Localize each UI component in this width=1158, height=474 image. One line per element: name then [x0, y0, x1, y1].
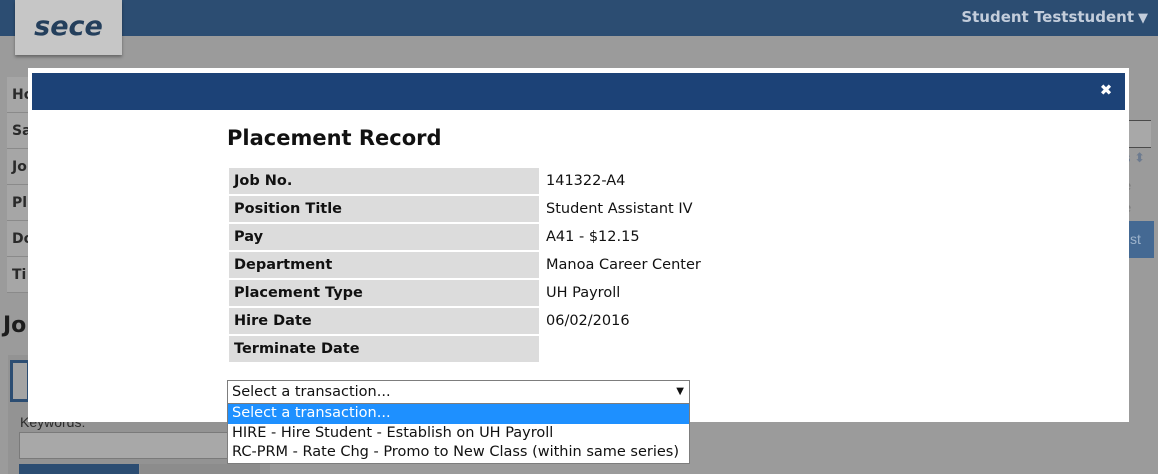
- field-label: Hire Date: [229, 308, 539, 334]
- background-tab[interactable]: [140, 464, 260, 474]
- transaction-select-value: Select a transaction...: [232, 384, 391, 400]
- background-tab-active[interactable]: [19, 464, 139, 474]
- table-row: Pay A41 - $12.15: [229, 224, 927, 250]
- background-search-input[interactable]: [1127, 120, 1151, 148]
- field-value: Student Assistant IV: [541, 196, 927, 222]
- field-label: Placement Type: [229, 280, 539, 306]
- user-menu[interactable]: Student Teststudent ▼: [961, 8, 1148, 26]
- background-panel-box: [10, 360, 30, 402]
- app-logo[interactable]: sece: [15, 0, 122, 55]
- field-label: Pay: [229, 224, 539, 250]
- field-value: Manoa Career Center: [541, 252, 927, 278]
- table-row: Position Title Student Assistant IV: [229, 196, 927, 222]
- placement-record-table: Job No. 141322-A4 Position Title Student…: [227, 166, 929, 364]
- table-row: Job No. 141322-A4: [229, 168, 927, 194]
- field-label: Department: [229, 252, 539, 278]
- table-row: Hire Date 06/02/2016: [229, 308, 927, 334]
- sidebar-item-placements[interactable]: Pl: [7, 185, 29, 221]
- transaction-option[interactable]: Select a transaction...: [228, 404, 689, 424]
- field-label: Position Title: [229, 196, 539, 222]
- field-value: UH Payroll: [541, 280, 927, 306]
- sidebar-item-timesheets[interactable]: Ti: [7, 257, 29, 293]
- field-label: Terminate Date: [229, 336, 539, 362]
- dropdown-arrow-icon: ▼: [676, 386, 684, 397]
- modal-header: ✖: [32, 73, 1125, 110]
- modal-title: Placement Record: [227, 126, 442, 150]
- background-page-heading: Jo: [3, 313, 27, 338]
- field-label: Job No.: [229, 168, 539, 194]
- field-value: 06/02/2016: [541, 308, 927, 334]
- user-name: Student Teststudent: [961, 8, 1134, 26]
- sidebar-item-home[interactable]: Ho: [7, 77, 29, 113]
- field-value: [541, 336, 927, 362]
- top-navigation-bar: Student Teststudent ▼: [0, 0, 1158, 36]
- close-icon[interactable]: ✖: [1097, 82, 1115, 100]
- field-value: 141322-A4: [541, 168, 927, 194]
- table-row: Department Manoa Career Center: [229, 252, 927, 278]
- table-row: Placement Type UH Payroll: [229, 280, 927, 306]
- sidebar-item-jobs[interactable]: Jo: [7, 149, 29, 185]
- chevron-down-icon: ▼: [1138, 11, 1148, 26]
- sidebar-item-sa[interactable]: Sa: [7, 113, 29, 149]
- transaction-option[interactable]: HIRE - Hire Student - Establish on UH Pa…: [228, 424, 689, 444]
- background-sidebar: Ho Sa Jo Pl Do Ti: [7, 77, 29, 293]
- table-row: Terminate Date: [229, 336, 927, 362]
- transaction-option[interactable]: RC-PRM - Rate Chg - Promo to New Class (…: [228, 443, 689, 463]
- transaction-options-list: Select a transaction... HIRE - Hire Stud…: [227, 403, 690, 464]
- keywords-input[interactable]: [19, 432, 259, 459]
- placement-record-modal: ✖ Placement Record Job No. 141322-A4 Pos…: [28, 68, 1129, 422]
- sidebar-item-documents[interactable]: Do: [7, 221, 29, 257]
- transaction-select[interactable]: Select a transaction... ▼: [227, 380, 690, 404]
- field-value: A41 - $12.15: [541, 224, 927, 250]
